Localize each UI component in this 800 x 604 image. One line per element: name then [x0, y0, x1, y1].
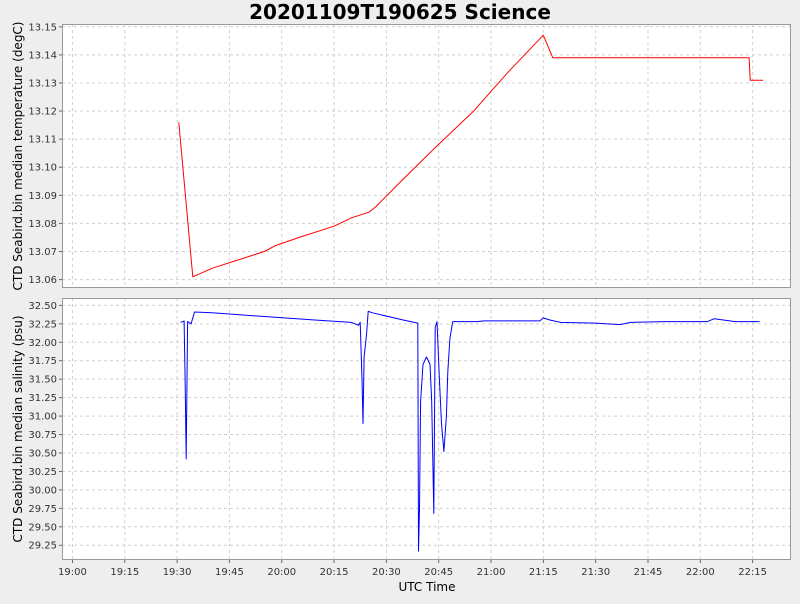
chart-svg: 20201109T190625 Science UTC Time 13.0613… [11, 0, 791, 594]
y-tick-label: 13.07 [28, 247, 57, 258]
y-tick-label: 13.09 [28, 191, 57, 202]
y-tick-label: 13.14 [28, 50, 57, 61]
x-tick-label: 21:15 [529, 567, 558, 578]
x-tick-label: 22:00 [686, 567, 715, 578]
y-tick-label: 13.08 [28, 219, 57, 230]
y-tick-label: 32.50 [28, 301, 57, 312]
x-tick-label: 19:45 [215, 567, 244, 578]
y-tick-label: 31.50 [28, 375, 57, 386]
chart-title: 20201109T190625 Science [249, 0, 551, 24]
x-tick-label: 21:30 [581, 567, 610, 578]
y-tick-label: 30.25 [28, 467, 57, 478]
y-tick-label: 30.50 [28, 448, 57, 459]
y-tick-label: 31.00 [28, 412, 57, 423]
y-tick-label: 30.00 [28, 485, 57, 496]
x-tick-label: 21:00 [477, 567, 506, 578]
y-tick-label: 13.15 [28, 22, 57, 33]
x-axis-label: UTC Time [399, 580, 456, 594]
x-tick-label: 22:15 [738, 567, 767, 578]
y-tick-label: 30.75 [28, 430, 57, 441]
y-tick-label: 31.75 [28, 356, 57, 367]
x-tick-label: 20:45 [424, 567, 453, 578]
y-tick-label: 13.06 [28, 275, 57, 286]
y-tick-label: 13.11 [28, 135, 57, 146]
y-tick-label: 29.75 [28, 504, 57, 515]
x-tick-label: 19:00 [58, 567, 87, 578]
y-tick-label: 31.25 [28, 393, 57, 404]
chart-figure: 20201109T190625 Science UTC Time 13.06 13… [0, 0, 800, 600]
x-tick-label: 19:30 [163, 567, 192, 578]
y-tick-label: 13.12 [28, 107, 57, 118]
y-tick-label: 32.00 [28, 338, 57, 349]
chart-panel-1: 13.06 13.07 13.08 13.09 13.10 13.11 13.12 13.13… [11, 22, 791, 291]
x-tick-label: 20:15 [320, 567, 349, 578]
x-tick-label: 19:15 [110, 567, 139, 578]
plot-area-background [62, 298, 791, 560]
y-axis-label: CTD Seabird.bin median temperature (degC… [11, 22, 25, 291]
y-axis-label: CTD Seabird.bin median salinity (psu) [11, 315, 25, 542]
y-tick-label: 29.25 [28, 541, 57, 552]
y-tick-label: 13.10 [28, 163, 57, 174]
chart-panel-2: 29.25 29.50 29.75 30.00 30.25 30.50 30.75 31.00… [11, 298, 791, 578]
x-tick-label: 20:30 [372, 567, 401, 578]
y-tick-label: 29.50 [28, 522, 57, 533]
y-tick-label: 32.25 [28, 319, 57, 330]
x-tick-label: 20:00 [267, 567, 296, 578]
y-tick-label: 13.13 [28, 78, 57, 89]
x-tick-label: 21:45 [634, 567, 663, 578]
